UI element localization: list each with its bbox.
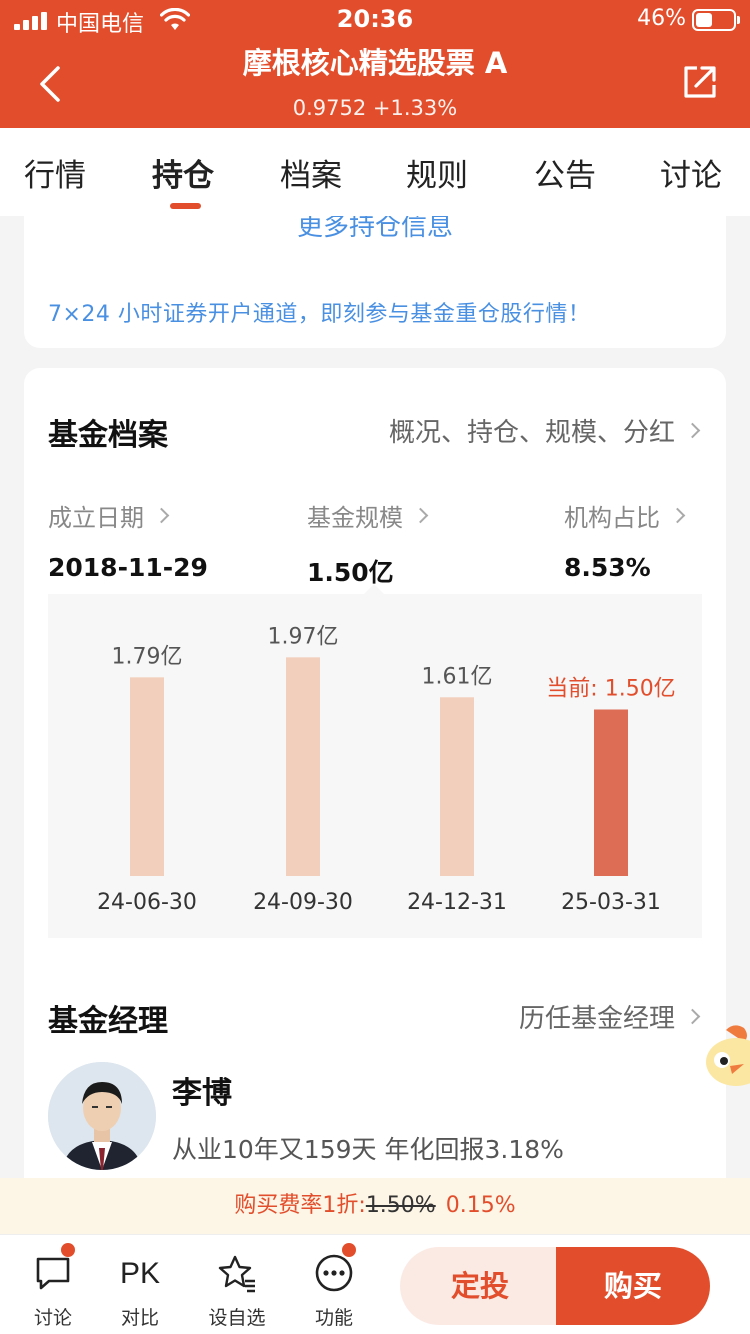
data-label-24-09-30: 1.97亿 — [268, 624, 339, 649]
discussion-button[interactable]: 讨论 — [13, 1235, 93, 1334]
manager-summary: 从业10年又159天 年化回报3.18% — [172, 1135, 564, 1164]
fund-profile-link[interactable]: 概况、持仓、规模、分红 — [388, 412, 701, 449]
manager-name[interactable]: 李博 — [172, 1068, 232, 1112]
tab-announcements[interactable]: 公告 — [534, 150, 596, 195]
buy-button[interactable]: 购买 — [556, 1247, 710, 1325]
x-tick-label: 24-06-30 — [97, 890, 197, 915]
x-tick-label: 25-03-31 — [561, 890, 661, 915]
status-bar: 中国电信 20:36 46% — [0, 0, 750, 40]
chevron-right-icon — [669, 507, 686, 524]
chart-pointer — [364, 584, 384, 594]
add-watchlist-button[interactable]: 设自选 — [197, 1235, 277, 1334]
stat-fund-size[interactable]: 基金规模 1.50亿 — [307, 498, 429, 589]
bar-24-12-31 — [440, 697, 474, 876]
fund-size-chart: 1.79亿 24-06-30 1.97亿 24-09-30 1.61亿 24-12-31 当… — [48, 594, 702, 938]
chat-icon — [36, 1257, 70, 1290]
data-label-24-06-30: 1.79亿 — [112, 644, 183, 669]
compare-label: 对比 — [120, 1307, 159, 1329]
more-holdings-link[interactable]: 更多持仓信息 — [24, 216, 726, 243]
pk-icon: PK — [120, 1257, 160, 1290]
tab-holdings[interactable]: 持仓 — [152, 150, 214, 195]
bar-25-03-31 — [594, 709, 628, 876]
add-watchlist-label: 设自选 — [208, 1307, 266, 1329]
functions-button[interactable]: 功能 — [294, 1235, 374, 1334]
nav-price-change: 0.9752 +1.33% — [292, 96, 458, 120]
tab-bar: 行情 持仓 档案 规则 公告 讨论 — [0, 128, 750, 216]
x-tick-label: 24-12-31 — [407, 890, 507, 915]
tab-rules[interactable]: 规则 — [406, 150, 468, 195]
tab-discussion[interactable]: 讨论 — [660, 150, 722, 195]
fee-discounted: 0.15% — [445, 1193, 516, 1218]
discussion-label: 讨论 — [33, 1307, 72, 1329]
chevron-right-icon — [412, 507, 429, 524]
bar-24-09-30 — [286, 657, 320, 876]
mascot-icon[interactable] — [700, 1020, 750, 1100]
fund-size-bar-chart: 1.79亿 24-06-30 1.97亿 24-09-30 1.61亿 24-12-31 当… — [97, 624, 676, 915]
app-header: 中国电信 20:36 46% 摩根核心精选股票 A 0.9752 +1.33% — [0, 0, 750, 128]
fee-discount-bar: 购买费率1折:1.50% 0.15% — [0, 1178, 750, 1234]
page-title: 摩根核心精选股票 A — [242, 46, 508, 80]
notification-dot — [342, 1243, 356, 1257]
stat-value: 8.53% — [564, 553, 651, 582]
auto-invest-button[interactable]: 定投 — [400, 1247, 560, 1325]
share-icon[interactable] — [680, 62, 720, 102]
stat-label: 基金规模 — [307, 504, 403, 532]
fund-profile-title: 基金档案 — [48, 418, 168, 453]
tab-market[interactable]: 行情 — [24, 150, 86, 195]
data-label-25-03-31: 当前: 1.50亿 — [546, 677, 675, 702]
chevron-right-icon — [153, 507, 170, 524]
stat-inception-date[interactable]: 成立日期 2018-11-29 — [48, 498, 208, 582]
past-managers-link-label: 历任基金经理 — [518, 1004, 675, 1034]
fund-profile-card: 基金档案 概况、持仓、规模、分红 成立日期 2018-11-29 基金规模 1.… — [24, 368, 726, 1198]
svg-text:PK: PK — [120, 1257, 160, 1290]
chevron-right-icon — [684, 1008, 701, 1025]
bar-24-06-30 — [130, 677, 164, 876]
notification-dot — [61, 1243, 75, 1257]
x-tick-label: 24-09-30 — [253, 890, 353, 915]
chevron-right-icon — [684, 422, 701, 439]
functions-label: 功能 — [314, 1307, 353, 1329]
data-label-24-12-31: 1.61亿 — [422, 664, 493, 689]
stat-institution-ratio[interactable]: 机构占比 8.53% — [564, 498, 686, 582]
battery-percent: 46% — [637, 6, 686, 31]
stat-label: 机构占比 — [564, 504, 660, 532]
star-icon — [218, 1255, 255, 1293]
holdings-card: 更多持仓信息 7×24 小时证券开户通道，即刻参与基金重仓股行情！ — [24, 216, 726, 348]
stat-value: 2018-11-29 — [48, 553, 208, 582]
fee-original: 1.50% — [365, 1193, 436, 1218]
more-icon — [315, 1254, 353, 1292]
battery-icon — [692, 9, 740, 31]
fund-profile-link-label: 概况、持仓、规模、分红 — [388, 418, 675, 448]
active-tab-indicator — [170, 203, 201, 209]
fee-prefix: 购买费率1折: — [234, 1193, 366, 1218]
stat-label: 成立日期 — [48, 504, 144, 532]
manager-avatar[interactable] — [48, 1062, 156, 1170]
past-managers-link[interactable]: 历任基金经理 — [518, 998, 701, 1035]
compare-button[interactable]: PK 对比 — [100, 1235, 180, 1334]
promo-link[interactable]: 7×24 小时证券开户通道，即刻参与基金重仓股行情！ — [48, 296, 590, 328]
bottom-action-bar: 讨论 PK 对比 设自选 功能 定投 购买 — [0, 1234, 750, 1334]
tab-profile[interactable]: 档案 — [280, 150, 342, 195]
fund-manager-title: 基金经理 — [48, 1004, 168, 1039]
